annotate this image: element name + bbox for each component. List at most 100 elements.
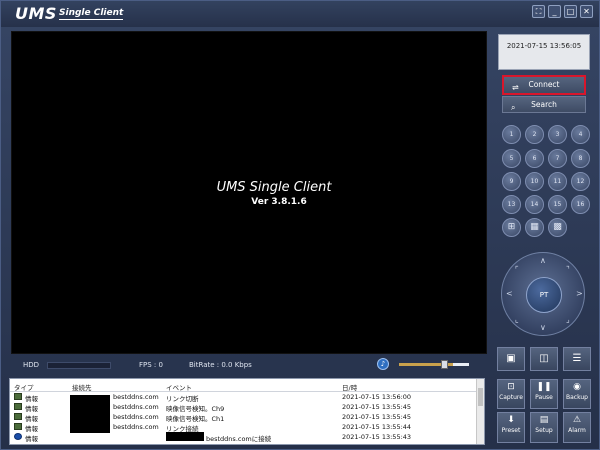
list-view-button[interactable]: ☰	[563, 347, 591, 371]
info-icon	[14, 433, 22, 440]
fullscreen-button[interactable]: ⛶	[532, 5, 545, 18]
channel-button-7[interactable]: 7	[548, 149, 567, 168]
column-event[interactable]: イベント	[166, 382, 192, 392]
volume-slider-thumb[interactable]	[441, 360, 448, 369]
backup-button[interactable]: ◉ Backup	[563, 379, 591, 409]
row-destination: bestddns.com	[113, 413, 159, 421]
alarm-button[interactable]: ⚠ Alarm	[563, 412, 591, 443]
ptz-right-icon[interactable]: >	[576, 289, 583, 298]
channel-button-1[interactable]: 1	[502, 125, 521, 144]
bitrate-readout: BitRate : 0.0 Kbps	[189, 361, 252, 369]
channel-button-13[interactable]: 13	[502, 195, 521, 214]
row-type: 情報	[25, 435, 38, 443]
channel-button-10[interactable]: 10	[525, 172, 544, 191]
app-logo: UMS	[15, 4, 57, 23]
close-button[interactable]: ✕	[580, 5, 593, 18]
preset-icon: ⬇	[507, 415, 515, 425]
channel-button-9[interactable]: 9	[502, 172, 521, 191]
connect-button[interactable]: ⇌ Connect	[502, 75, 586, 95]
channel-button-5[interactable]: 5	[502, 149, 521, 168]
table-row[interactable]: 情報 bestddns.comに接続 2021-07-15 13:55:43	[10, 432, 484, 443]
single-view-button[interactable]: ▣	[497, 347, 525, 371]
grid-2x2-icon[interactable]: ⊞	[502, 218, 521, 237]
clock-display: 2021-07-15 13:56:05	[498, 34, 590, 70]
info-icon	[14, 403, 22, 410]
fps-readout: FPS : 0	[139, 361, 163, 369]
speaker-icon[interactable]: ♪	[377, 358, 389, 370]
maximize-button[interactable]: □	[564, 5, 577, 18]
ptz-downleft-icon[interactable]: ⌞	[515, 315, 519, 324]
setup-icon: ▤	[539, 415, 549, 425]
single-view-icon: ▣	[506, 353, 516, 364]
video-viewport[interactable]: UMS Single Client Ver 3.8.1.6	[11, 31, 487, 354]
info-icon	[14, 413, 22, 420]
row-destination: bestddns.com	[113, 393, 159, 401]
ptz-left-icon[interactable]: <	[506, 289, 513, 298]
backup-label: Backup	[566, 394, 588, 401]
ptz-down-icon[interactable]: ∨	[540, 323, 546, 332]
log-scrollbar[interactable]	[476, 379, 484, 444]
row-event: bestddns.comに接続	[206, 435, 272, 443]
column-destination[interactable]: 接続先	[72, 382, 92, 392]
channel-button-6[interactable]: 6	[525, 149, 544, 168]
search-icon: ⌕	[511, 103, 516, 112]
ptz-control[interactable]: ∧ ∨ < > ⌜ ⌝ ⌞ ⌟ PT	[501, 252, 585, 336]
channel-button-11[interactable]: 11	[548, 172, 567, 191]
setup-button[interactable]: ▤ Setup	[530, 412, 558, 443]
ptz-center-button[interactable]: PT	[526, 277, 562, 313]
video-status-bar: HDD FPS : 0 BitRate : 0.0 Kbps ♪	[11, 357, 487, 373]
info-icon	[14, 423, 22, 430]
channel-button-3[interactable]: 3	[548, 125, 567, 144]
grid-4x4-icon[interactable]: ▩	[548, 218, 567, 237]
ptz-upright-icon[interactable]: ⌝	[566, 265, 570, 274]
minimize-button[interactable]: _	[548, 5, 561, 18]
scrollbar-thumb[interactable]	[478, 388, 483, 406]
pause-label: Pause	[535, 394, 553, 401]
row-datetime: 2021-07-15 13:55:43	[342, 433, 412, 441]
alarm-label: Alarm	[568, 427, 586, 434]
splash-version: Ver 3.8.1.6	[251, 197, 307, 207]
capture-icon: ⊡	[507, 382, 515, 392]
row-datetime: 2021-07-15 13:55:45	[342, 413, 412, 421]
pause-button[interactable]: ❚❚ Pause	[530, 379, 558, 409]
backup-icon: ◉	[573, 382, 581, 392]
ptz-downright-icon[interactable]: ⌟	[566, 315, 570, 324]
plug-icon: ⇌	[512, 83, 519, 92]
app-window: UMS Single Client ⛶ _ □ ✕ UMS Single Cli…	[0, 0, 600, 450]
setup-label: Setup	[535, 427, 553, 434]
channel-button-4[interactable]: 4	[571, 125, 590, 144]
ptz-up-icon[interactable]: ∧	[540, 256, 546, 265]
channel-button-2[interactable]: 2	[525, 125, 544, 144]
ptz-upleft-icon[interactable]: ⌜	[515, 265, 519, 274]
column-datetime[interactable]: 日/時	[342, 382, 357, 392]
pause-icon: ❚❚	[536, 382, 552, 392]
splash-title: UMS Single Client	[216, 180, 332, 195]
row-datetime: 2021-07-15 13:55:45	[342, 403, 412, 411]
channel-button-16[interactable]: 16	[571, 195, 590, 214]
channel-button-12[interactable]: 12	[571, 172, 590, 191]
channel-button-8[interactable]: 8	[571, 149, 590, 168]
column-type[interactable]: タイプ	[14, 382, 34, 392]
hdd-usage-bar	[47, 362, 111, 369]
event-log-header: タイプ 接続先 イベント 日/時	[10, 379, 484, 392]
split-view-button[interactable]: ◫	[530, 347, 558, 371]
capture-button[interactable]: ⊡ Capture	[497, 379, 525, 409]
title-bar: UMS Single Client ⛶ _ □ ✕	[1, 1, 599, 27]
capture-label: Capture	[499, 394, 523, 401]
preset-button[interactable]: ⬇ Preset	[497, 412, 525, 443]
row-destination: bestddns.com	[113, 403, 159, 411]
search-button[interactable]: ⌕ Search	[502, 96, 586, 113]
hdd-label: HDD	[23, 361, 40, 369]
channel-button-15[interactable]: 15	[548, 195, 567, 214]
channel-button-14[interactable]: 14	[525, 195, 544, 214]
alarm-icon: ⚠	[572, 415, 582, 425]
row-datetime: 2021-07-15 13:55:44	[342, 423, 412, 431]
split-view-icon: ◫	[539, 353, 549, 364]
event-log: タイプ 接続先 イベント 日/時 情報 bestddns.com リンク切断 2…	[9, 378, 485, 445]
window-controls: ⛶ _ □ ✕	[532, 5, 593, 18]
connect-label: Connect	[528, 80, 560, 89]
row-destination: bestddns.com	[113, 423, 159, 431]
preset-label: Preset	[501, 427, 521, 434]
list-view-icon: ☰	[572, 353, 582, 364]
grid-3x3-icon[interactable]: ▦	[525, 218, 544, 237]
